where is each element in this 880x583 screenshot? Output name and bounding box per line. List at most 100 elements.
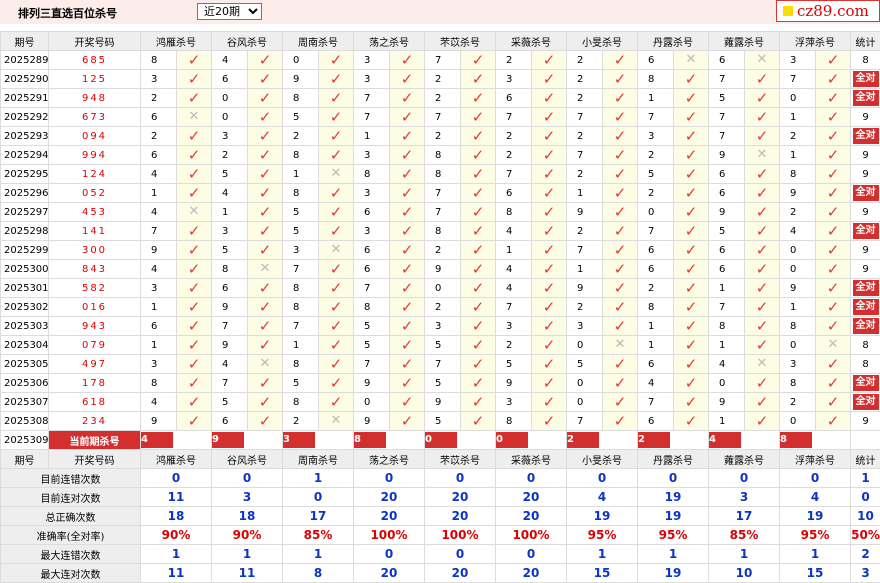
header-expert[interactable]: 小旻杀号 [567, 32, 638, 51]
result-mark-cell: ✓ [177, 355, 212, 374]
result-mark-cell: ✓ [390, 393, 425, 412]
header-expert[interactable]: 采薇杀号 [496, 32, 567, 51]
kill-number-cell: 2 [567, 165, 603, 184]
result-mark-cell: ✓ [816, 393, 851, 412]
result-mark-cell: ✓ [745, 260, 780, 279]
summary-stat: 2 [851, 545, 880, 564]
check-icon: ✓ [543, 184, 556, 202]
header-expert[interactable]: 鸿雁杀号 [141, 450, 212, 469]
check-icon: ✓ [614, 374, 627, 392]
header-expert[interactable]: 芣苡杀号 [425, 32, 496, 51]
period-select[interactable]: 近20期 [197, 3, 262, 20]
check-icon: ✓ [756, 70, 769, 88]
check-icon: ✓ [401, 165, 414, 183]
kill-number-cell: 8 [141, 51, 177, 70]
kill-number-cell: 3 [212, 127, 248, 146]
result-mark-cell: ✓ [390, 241, 425, 260]
stat-cell: 9 [851, 108, 880, 127]
header-expert[interactable]: 鸿雁杀号 [141, 32, 212, 51]
table-row: 20252901253✓6✓9✓3✓2✓3✓2✓8✓7✓7✓全对 [1, 70, 880, 89]
issue-cell: 2025291 [1, 89, 49, 108]
summary-value: 19 [780, 507, 851, 526]
result-mark-cell: ✓ [603, 203, 638, 222]
header-expert[interactable]: 浮萍杀号 [780, 450, 851, 469]
check-icon: ✓ [685, 355, 698, 373]
result-mark-cell: ✓ [816, 298, 851, 317]
kill-number-cell: 8 [496, 412, 532, 431]
check-icon: ✓ [330, 108, 343, 126]
kill-number-cell: 6 [354, 260, 390, 279]
table-row: 20252930942✓3✓2✓1✓2✓2✓2✓3✓7✓2✓全对 [1, 127, 880, 146]
table-row: 20253054973✓4✕8✓7✓7✓5✓5✓6✓4✕3✓8 [1, 355, 880, 374]
header-expert[interactable]: 浮萍杀号 [780, 32, 851, 51]
result-mark-cell: ✓ [390, 279, 425, 298]
summary-value: 0 [212, 469, 283, 488]
check-icon: ✓ [401, 374, 414, 392]
issue-cell: 2025296 [1, 184, 49, 203]
check-icon: ✓ [401, 70, 414, 88]
stat-cell: 9 [851, 241, 880, 260]
result-mark-cell: ✓ [461, 108, 496, 127]
result-mark-cell: ✓ [177, 317, 212, 336]
check-icon: ✓ [259, 374, 272, 392]
result-mark-cell: ✓ [674, 127, 709, 146]
kill-number-cell: 3 [141, 70, 177, 89]
current-kill-badge: 2 [638, 432, 670, 448]
check-icon: ✓ [259, 184, 272, 202]
check-icon: ✓ [827, 89, 840, 107]
result-mark-cell: ✓ [603, 108, 638, 127]
header-expert[interactable]: 丹露杀号 [638, 32, 709, 51]
check-icon: ✓ [330, 222, 343, 240]
all-correct-badge: 全对 [853, 299, 879, 315]
header-expert[interactable]: 谷风杀号 [212, 450, 283, 469]
kill-number-cell: 0 [212, 89, 248, 108]
kill-number-cell: 6 [212, 279, 248, 298]
summary-value: 1 [212, 545, 283, 564]
header-expert[interactable]: 周南杀号 [283, 450, 354, 469]
result-mark-cell: ✓ [674, 412, 709, 431]
draw-code-cell: 453 [49, 203, 141, 222]
check-icon: ✓ [685, 127, 698, 145]
result-mark-cell: ✓ [603, 165, 638, 184]
header-expert[interactable]: 荡之杀号 [354, 32, 425, 51]
header-expert[interactable]: 蕹露杀号 [709, 32, 780, 51]
kill-number-cell: 7 [638, 393, 674, 412]
kill-number-cell: 4 [709, 355, 745, 374]
current-kill-badge: 9 [212, 432, 244, 448]
site-logo[interactable]: cz89.com [776, 0, 880, 22]
check-icon: ✓ [259, 165, 272, 183]
check-icon: ✓ [756, 165, 769, 183]
check-icon: ✓ [259, 203, 272, 221]
header-expert[interactable]: 丹露杀号 [638, 450, 709, 469]
kill-number-cell: 4 [212, 355, 248, 374]
result-mark-cell: ✓ [674, 355, 709, 374]
result-mark-cell: ✓ [745, 108, 780, 127]
stat-cell: 9 [851, 146, 880, 165]
check-icon: ✓ [543, 165, 556, 183]
check-icon: ✓ [756, 203, 769, 221]
cross-icon: ✕ [757, 147, 768, 162]
check-icon: ✓ [330, 374, 343, 392]
kill-number-cell: 7 [212, 374, 248, 393]
header-expert[interactable]: 采薇杀号 [496, 450, 567, 469]
header-expert[interactable]: 周南杀号 [283, 32, 354, 51]
kill-number-cell: 7 [496, 165, 532, 184]
result-mark-cell: ✕ [248, 260, 283, 279]
header-expert[interactable]: 谷风杀号 [212, 32, 283, 51]
summary-value: 1 [709, 545, 780, 564]
header-expert[interactable]: 蕹露杀号 [709, 450, 780, 469]
table-row: 20252919482✓0✓8✓7✓2✓6✓2✓1✓5✓0✓全对 [1, 89, 880, 108]
header-expert[interactable]: 荡之杀号 [354, 450, 425, 469]
result-mark-cell: ✓ [816, 412, 851, 431]
stat-cell: 9 [851, 260, 880, 279]
kill-number-cell: 3 [354, 51, 390, 70]
header-expert[interactable]: 小旻杀号 [567, 450, 638, 469]
result-mark-cell: ✓ [532, 374, 567, 393]
summary-value: 95% [567, 526, 638, 545]
logo-square-icon [783, 6, 793, 16]
result-mark-cell: ✓ [745, 203, 780, 222]
header-expert[interactable]: 芣苡杀号 [425, 450, 496, 469]
check-icon: ✓ [756, 393, 769, 411]
table-row: 20253039436✓7✓7✓5✓3✓3✓3✓1✓8✓8✓全对 [1, 317, 880, 336]
check-icon: ✓ [472, 241, 485, 259]
